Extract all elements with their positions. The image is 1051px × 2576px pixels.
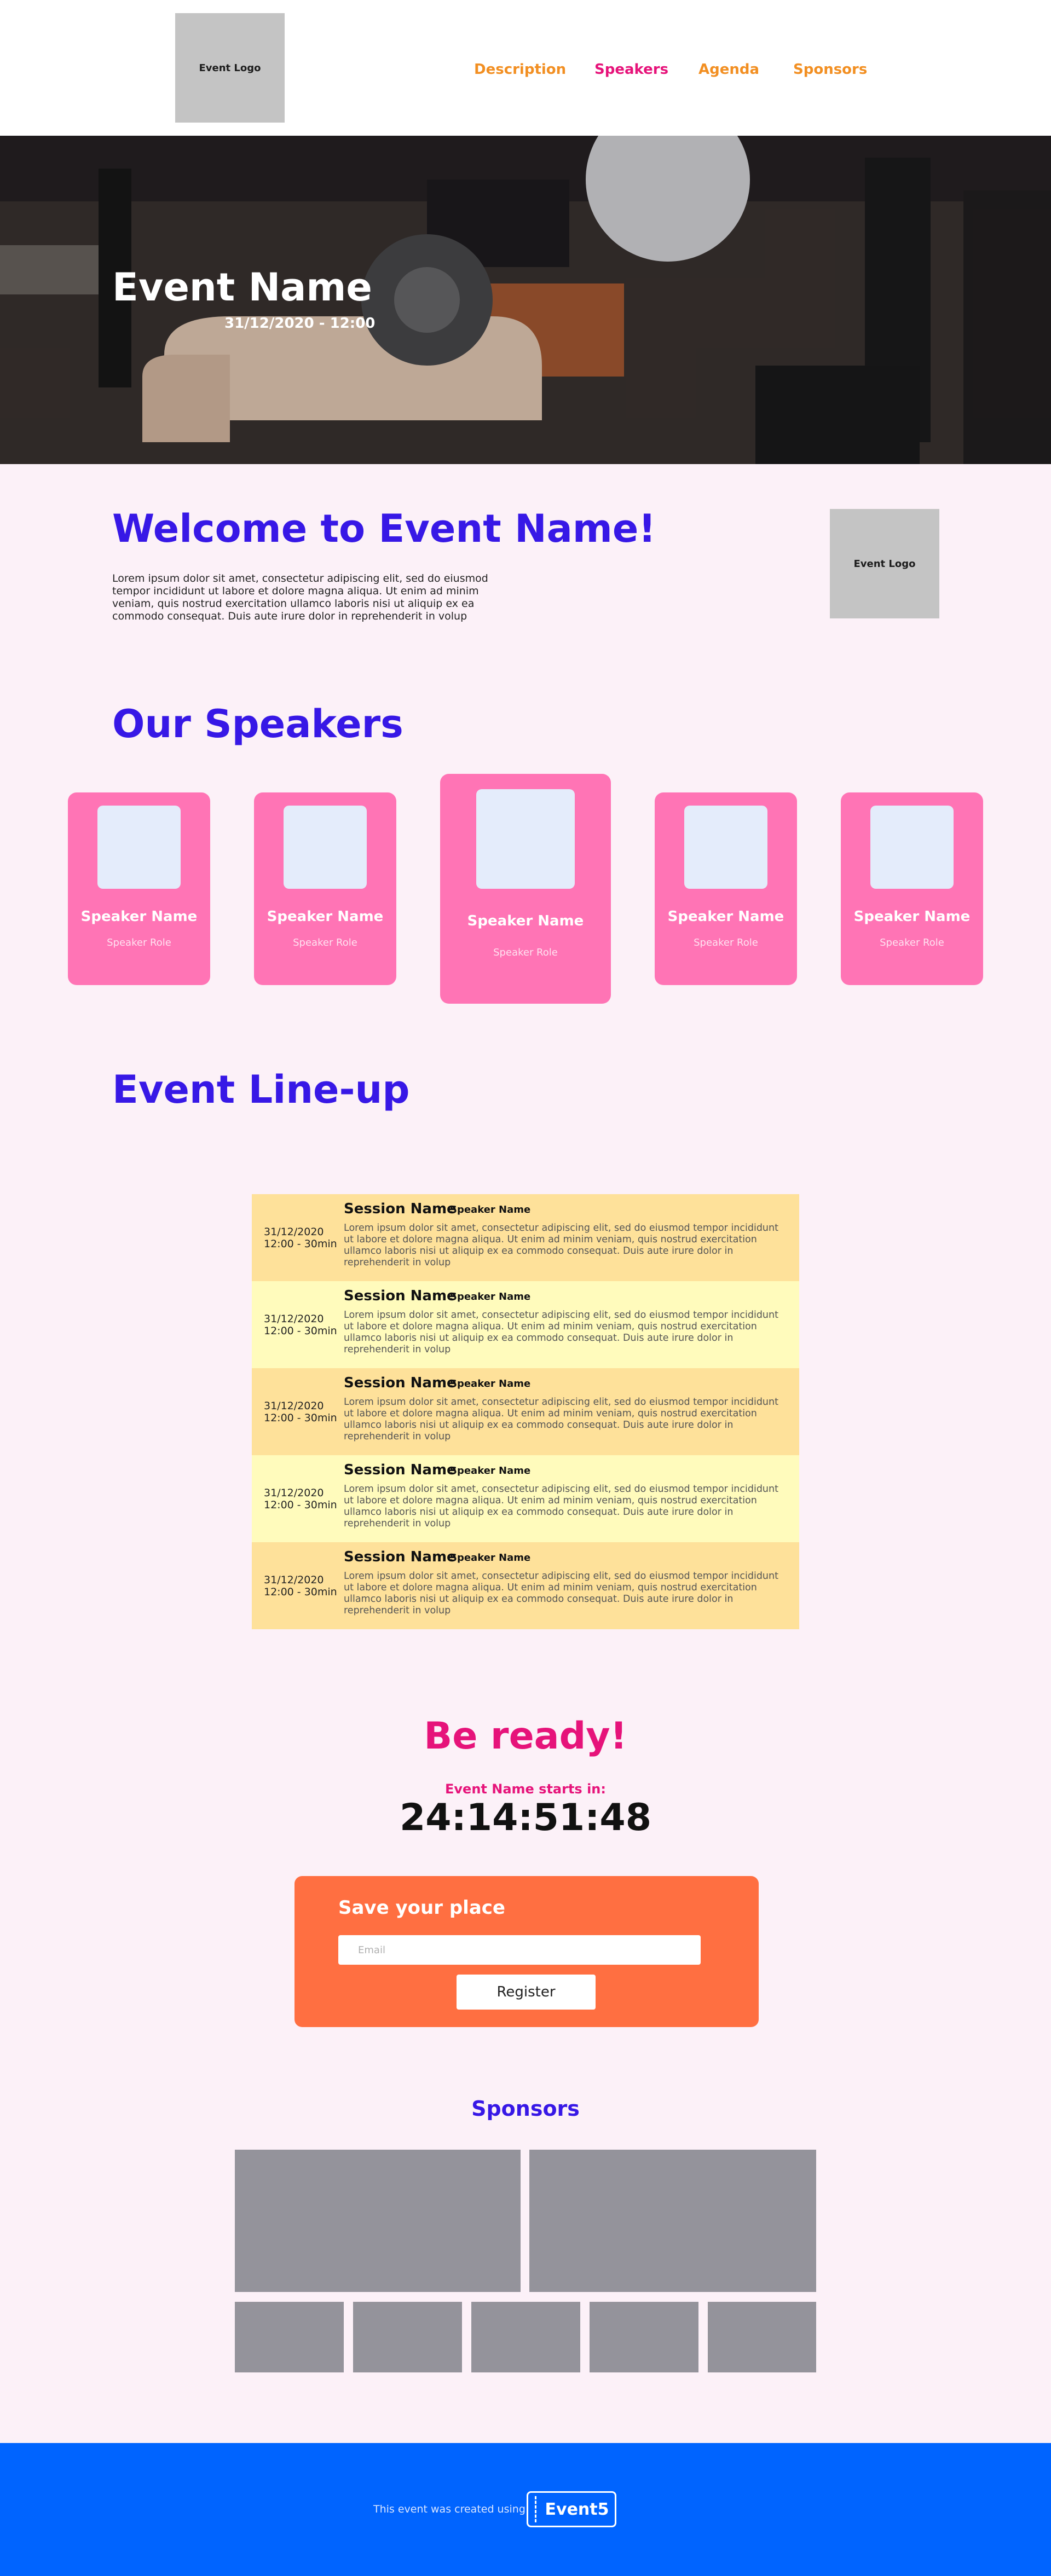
sponsor-logo-small[interactable] [708,2302,816,2372]
sponsor-logo-small[interactable] [353,2302,462,2372]
speaker-photo [476,789,575,889]
brand-name: Event5 [545,2499,609,2519]
register-button[interactable]: Register [457,1975,596,2010]
lineup-list: 31/12/2020 12:00 - 30min Session Name Spe… [252,1194,799,1629]
sponsor-logo-small[interactable] [471,2302,580,2372]
nav-description[interactable]: Description [474,61,566,78]
speaker-name: Speaker Name [467,913,584,929]
session-datetime: 31/12/2020 12:00 - 30min [264,1487,337,1511]
session-speaker: Speaker Name [450,1291,531,1303]
session-row[interactable]: 31/12/2020 12:00 - 30min Session Name Spe… [252,1194,799,1281]
session-datetime: 31/12/2020 12:00 - 30min [264,1313,337,1337]
session-datetime: 31/12/2020 12:00 - 30min [264,1574,337,1598]
speaker-name: Speaker Name [667,908,784,925]
event-title: Event Name [112,265,372,310]
sponsor-logo-small[interactable] [235,2302,344,2372]
session-description: Lorem ipsum dolor sit amet, consectetur … [344,1397,778,1442]
speaker-name: Speaker Name [853,908,971,925]
countdown-subtitle: Event Name starts in: [445,1781,606,1797]
event5-logo[interactable]: Event5 [527,2491,616,2527]
sponsor-logo-large[interactable] [235,2150,521,2292]
sponsors-title: Sponsors [471,2097,580,2121]
footer-credit-text: This event was created using [373,2503,526,2515]
speakers-title: Our Speakers [112,702,403,746]
speaker-name: Speaker Name [267,908,384,925]
speaker-card[interactable]: Speaker Name Speaker Role [841,792,983,985]
session-description: Lorem ipsum dolor sit amet, consectetur … [344,1484,778,1529]
speaker-photo [870,806,954,889]
session-description: Lorem ipsum dolor sit amet, consectetur … [344,1223,778,1268]
speaker-card-featured[interactable]: Speaker Name Speaker Role [440,774,611,1004]
session-title: Session Name [344,1375,457,1391]
session-title: Session Name [344,1549,457,1565]
hero-banner: Event Name 31/12/2020 - 12:00 [0,136,1051,464]
speaker-photo [284,806,367,889]
speaker-card[interactable]: Speaker Name Speaker Role [655,792,797,985]
event-date: 31/12/2020 - 12:00 [224,315,376,332]
session-speaker: Speaker Name [450,1204,531,1215]
site-footer: This event was created using Event5 [0,2443,1051,2576]
session-speaker: Speaker Name [450,1465,531,1477]
main-nav: Description Speakers Agenda Sponsors [0,61,1051,78]
session-title: Session Name [344,1462,457,1478]
register-title: Save your place [338,1897,505,1919]
session-row[interactable]: 31/12/2020 12:00 - 30min Session Name Spe… [252,1281,799,1368]
session-row[interactable]: 31/12/2020 12:00 - 30min Session Name Spe… [252,1542,799,1629]
site-header: Event Logo Description Speakers Agenda S… [0,0,1051,136]
countdown-timer: 24:14:51:48 [399,1796,652,1839]
speaker-card[interactable]: Speaker Name Speaker Role [254,792,396,985]
email-field[interactable] [338,1935,701,1965]
sponsor-logo-large[interactable] [529,2150,816,2292]
session-datetime: 31/12/2020 12:00 - 30min [264,1226,337,1250]
speaker-photo [97,806,181,889]
session-row[interactable]: 31/12/2020 12:00 - 30min Session Name Spe… [252,1455,799,1542]
welcome-text: Lorem ipsum dolor sit amet, consectetur … [112,572,488,622]
session-title: Session Name [344,1201,457,1217]
speaker-role: Speaker Role [880,937,944,948]
nav-agenda[interactable]: Agenda [698,61,759,78]
speaker-role: Speaker Role [107,937,171,948]
be-ready-title: Be ready! [424,1715,627,1758]
lineup-title: Event Line-up [112,1067,410,1112]
speaker-role: Speaker Role [293,937,357,948]
welcome-title: Welcome to Event Name! [112,506,656,551]
session-description: Lorem ipsum dolor sit amet, consectetur … [344,1571,778,1616]
nav-speakers[interactable]: Speakers [594,61,668,78]
session-datetime: 31/12/2020 12:00 - 30min [264,1400,337,1424]
nav-sponsors[interactable]: Sponsors [793,61,867,78]
session-speaker: Speaker Name [450,1552,531,1564]
speaker-photo [684,806,767,889]
speaker-role: Speaker Role [694,937,758,948]
speaker-name: Speaker Name [80,908,198,925]
session-title: Session Name [344,1288,457,1304]
event-logo-secondary: Event Logo [830,509,939,618]
speaker-role: Speaker Role [493,947,558,958]
speaker-card[interactable]: Speaker Name Speaker Role [68,792,210,985]
session-description: Lorem ipsum dolor sit amet, consectetur … [344,1310,778,1355]
sponsor-logo-small[interactable] [590,2302,698,2372]
ticket-perforation-icon [535,2496,536,2522]
session-speaker: Speaker Name [450,1378,531,1390]
register-form: Save your place Register [294,1876,759,2027]
session-row[interactable]: 31/12/2020 12:00 - 30min Session Name Spe… [252,1368,799,1455]
